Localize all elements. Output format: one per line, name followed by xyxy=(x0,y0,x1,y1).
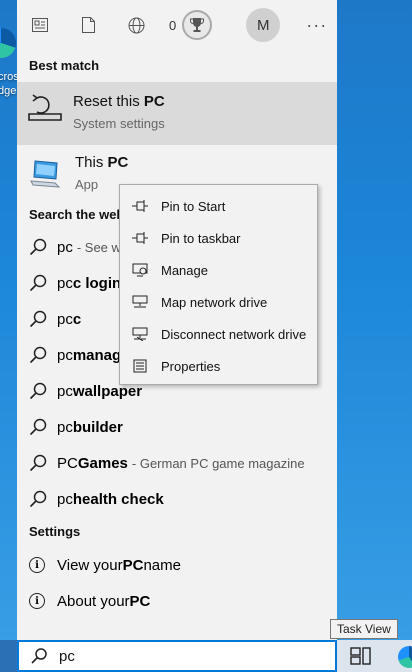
context-menu-item[interactable]: Disconnect network drive xyxy=(120,318,317,350)
context-menu-item[interactable]: Pin to Start xyxy=(120,190,317,222)
user-avatar[interactable]: M xyxy=(246,8,281,42)
search-icon xyxy=(29,238,47,256)
context-menu-label: Disconnect network drive xyxy=(161,326,307,342)
best-match-title: Reset this PC xyxy=(73,93,165,110)
this-pc-title: This PC xyxy=(75,154,129,171)
suggestion-prefix: pc xyxy=(57,274,73,292)
suggestion-bold: c login xyxy=(72,274,122,292)
web-suggestion-row[interactable]: pc builder xyxy=(17,409,337,445)
context-menu-label: Pin to Start xyxy=(161,198,226,214)
suggestion-prefix: pc xyxy=(57,346,73,364)
settings-row[interactable]: i About your PC xyxy=(17,583,337,619)
settings-prefix: About your xyxy=(57,592,130,610)
suggestion-bold: c xyxy=(72,310,82,328)
search-icon xyxy=(29,454,47,472)
search-icon xyxy=(29,310,47,328)
pin-icon xyxy=(132,230,148,246)
news-icon[interactable] xyxy=(31,16,49,34)
computer-manage-icon xyxy=(132,262,148,278)
context-menu-label: Map network drive xyxy=(161,294,268,310)
task-view-icon[interactable] xyxy=(350,646,372,666)
web-suggestion-row[interactable]: PC Games - German PC game magazine xyxy=(17,445,337,481)
context-menu-label: Properties xyxy=(161,358,221,374)
desktop-wallpaper xyxy=(337,0,412,640)
network-drive-disconnect-icon xyxy=(132,326,148,342)
edge-desktop-icon[interactable] xyxy=(0,28,16,58)
taskbar-search-box[interactable]: pc xyxy=(17,640,337,672)
more-options-icon[interactable]: ··· xyxy=(306,15,327,36)
reset-pc-icon xyxy=(27,92,63,128)
rewards-trophy-icon[interactable] xyxy=(182,10,213,40)
suggestion-prefix: pc xyxy=(57,418,73,436)
suggestion-bold: builder xyxy=(72,418,123,436)
search-input[interactable]: pc xyxy=(59,648,75,665)
search-icon xyxy=(31,648,47,664)
settings-suffix: name xyxy=(143,556,181,574)
edge-desktop-label: cros dge xyxy=(0,71,18,97)
task-view-tooltip: Task View xyxy=(330,619,398,639)
settings-bold: PC xyxy=(129,592,151,610)
suggestion-bold: health check xyxy=(72,490,164,508)
suggestion-bold: Games xyxy=(77,454,128,472)
suggestion-bold: wallpaper xyxy=(72,382,143,400)
web-suggestion-row[interactable]: pc health check xyxy=(17,481,337,517)
properties-icon xyxy=(132,358,148,374)
context-menu-item[interactable]: Map network drive xyxy=(120,286,317,318)
settings-row[interactable]: i View your PC name xyxy=(17,547,337,583)
best-match-item[interactable]: Reset this PC System settings xyxy=(17,82,337,145)
context-menu: Pin to Start Pin to taskbar Manage Map netw… xyxy=(119,184,318,385)
context-menu-item[interactable]: Properties xyxy=(120,350,317,382)
start-button[interactable] xyxy=(0,640,17,672)
desktop-left-edge: cros dge xyxy=(0,0,18,640)
context-menu-item[interactable]: Pin to taskbar xyxy=(120,222,317,254)
document-icon[interactable] xyxy=(79,16,97,34)
suggestion-prefix: pc xyxy=(57,238,73,256)
search-icon xyxy=(29,274,47,292)
settings-prefix: View your xyxy=(57,556,123,574)
pin-icon xyxy=(132,198,148,214)
info-icon: i xyxy=(29,557,45,573)
context-menu-item[interactable]: Manage xyxy=(120,254,317,286)
best-match-subtitle: System settings xyxy=(73,116,165,131)
network-drive-icon xyxy=(132,294,148,310)
settings-bold: PC xyxy=(122,556,144,574)
info-icon: i xyxy=(29,593,45,609)
context-menu-label: Pin to taskbar xyxy=(161,230,241,246)
suggestion-prefix: pc xyxy=(57,310,73,328)
rewards-count: 0 xyxy=(169,17,177,33)
this-pc-icon xyxy=(29,159,61,191)
suggestion-prefix: pc xyxy=(57,490,73,508)
context-menu-label: Manage xyxy=(161,262,208,278)
search-icon xyxy=(29,490,47,508)
search-icon xyxy=(29,346,47,364)
globe-icon[interactable] xyxy=(127,16,145,34)
settings-heading: Settings xyxy=(29,524,81,539)
suggestion-prefix: PC xyxy=(57,454,78,472)
suggestion-prefix: pc xyxy=(57,382,73,400)
best-match-heading: Best match xyxy=(29,58,100,73)
search-toolbar: 0 M ··· xyxy=(17,0,337,50)
search-icon xyxy=(29,418,47,436)
search-icon xyxy=(29,382,47,400)
suggestion-description: - German PC game magazine xyxy=(131,455,305,471)
